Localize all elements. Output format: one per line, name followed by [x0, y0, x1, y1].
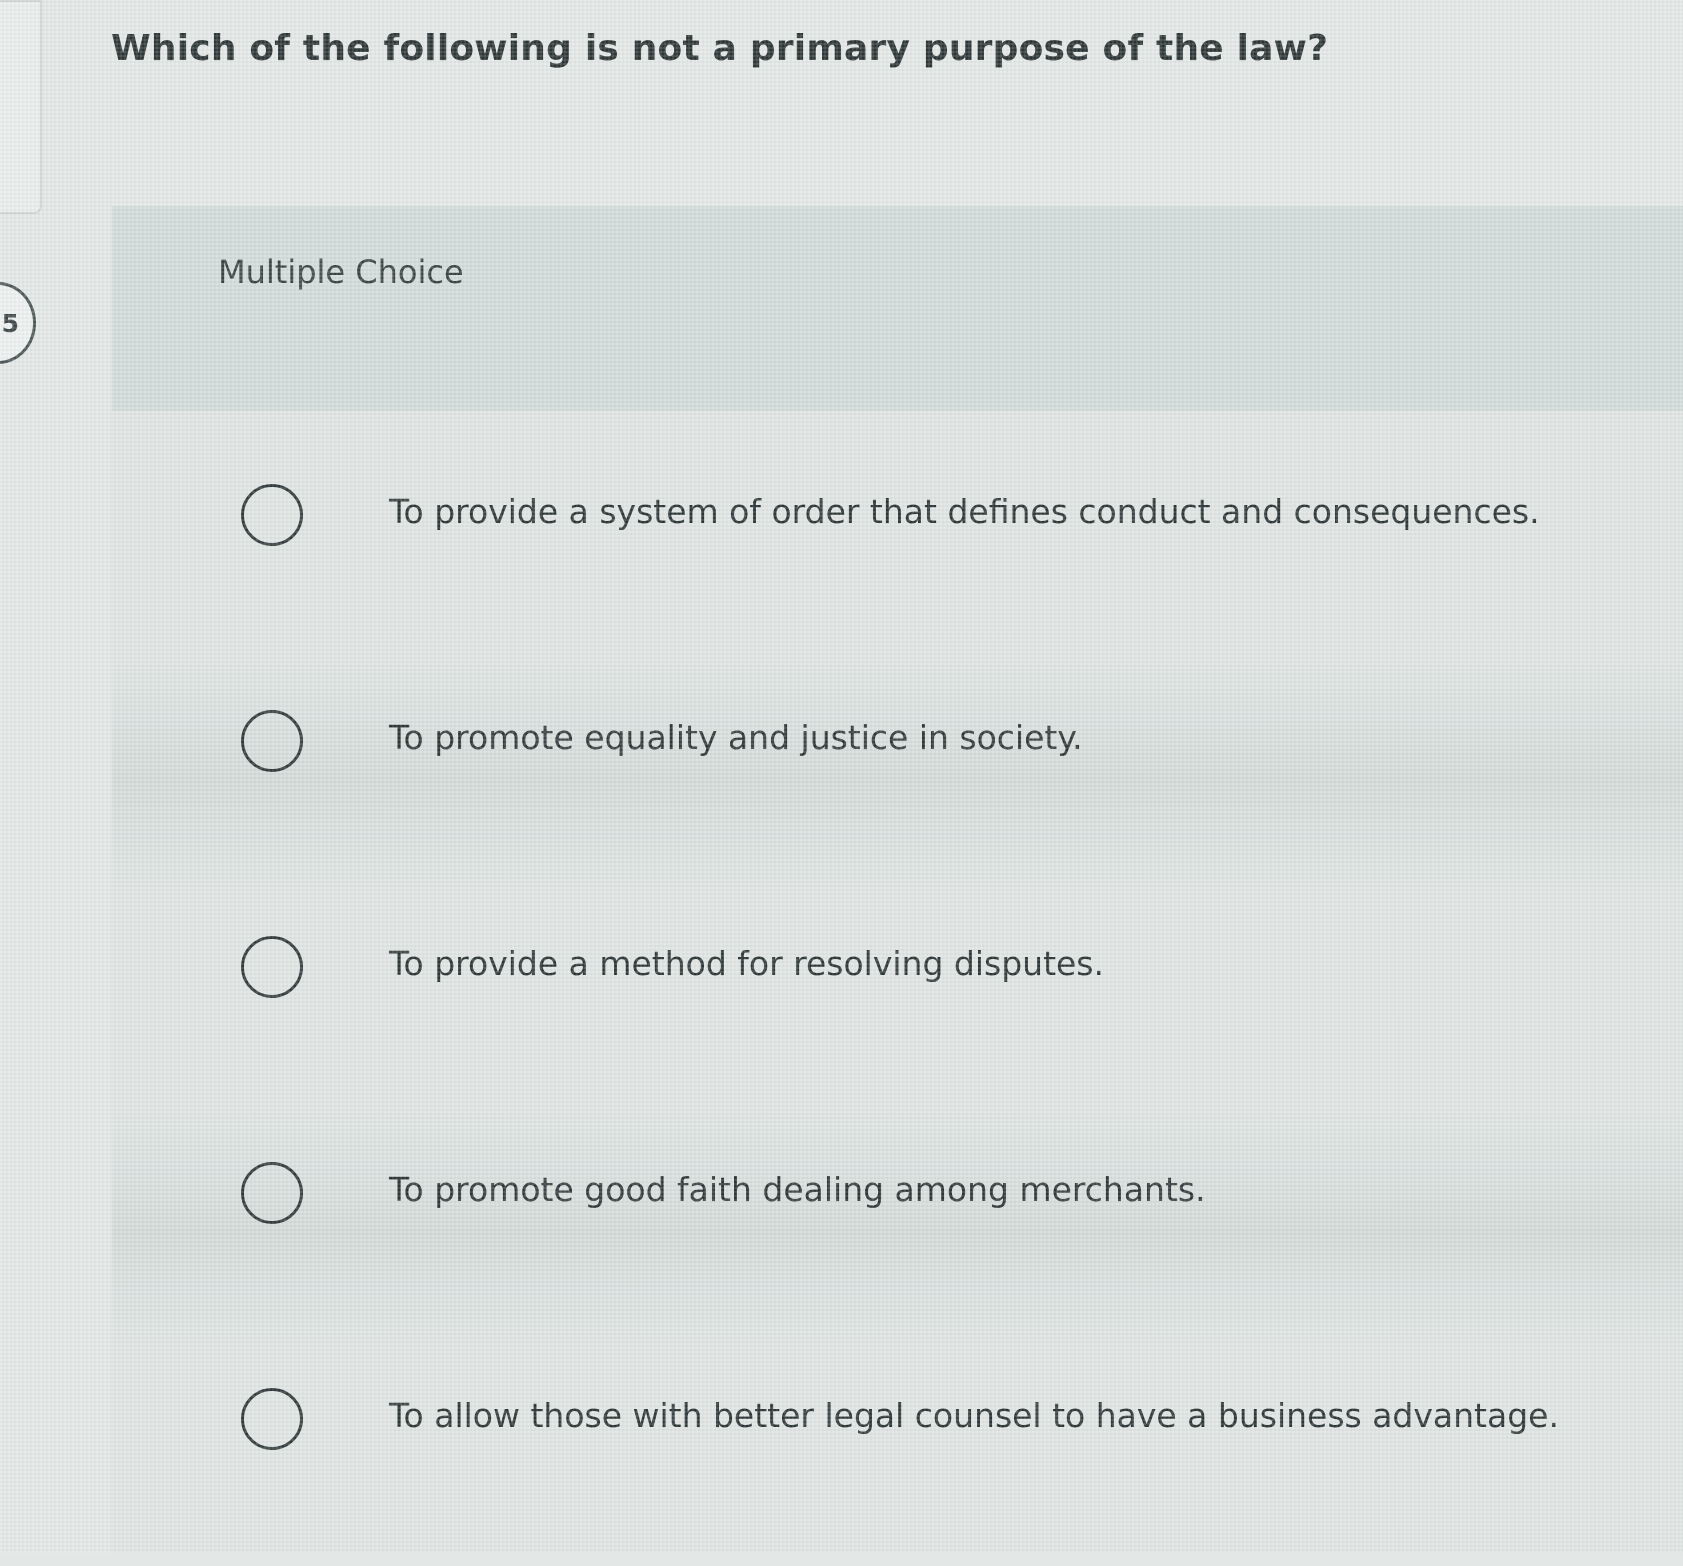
answer-option-1[interactable]: To provide a system of order that define… — [112, 436, 1683, 662]
answer-option-5-label: To allow those with better legal counsel… — [389, 1396, 1559, 1435]
answer-option-2-label: To promote equality and justice in socie… — [389, 718, 1083, 757]
multiple-choice-header: Multiple Choice — [112, 206, 1683, 411]
radio-button-option-1[interactable] — [241, 484, 303, 546]
answer-option-3-label: To provide a method for resolving disput… — [389, 944, 1104, 983]
answer-option-4[interactable]: To promote good faith dealing among merc… — [112, 1114, 1683, 1340]
answer-option-4-label: To promote good faith dealing among merc… — [389, 1170, 1206, 1209]
question-number: 15 — [0, 308, 19, 338]
multiple-choice-label: Multiple Choice — [218, 253, 464, 291]
answer-option-2[interactable]: To promote equality and justice in socie… — [112, 662, 1683, 888]
answer-option-1-label: To provide a system of order that define… — [389, 492, 1540, 531]
answer-panel: Multiple Choice To provide a system of o… — [112, 206, 1683, 1553]
answer-option-3[interactable]: To provide a method for resolving disput… — [112, 888, 1683, 1114]
question-prompt: Which of the following is not a primary … — [111, 28, 1329, 69]
radio-button-option-5[interactable] — [241, 1388, 303, 1450]
question-number-badge: 15 — [0, 282, 36, 364]
radio-button-option-2[interactable] — [241, 710, 303, 772]
radio-button-option-4[interactable] — [241, 1162, 303, 1224]
radio-button-option-3[interactable] — [241, 936, 303, 998]
answer-option-5[interactable]: To allow those with better legal counsel… — [112, 1340, 1683, 1566]
left-side-tab — [0, 0, 42, 214]
